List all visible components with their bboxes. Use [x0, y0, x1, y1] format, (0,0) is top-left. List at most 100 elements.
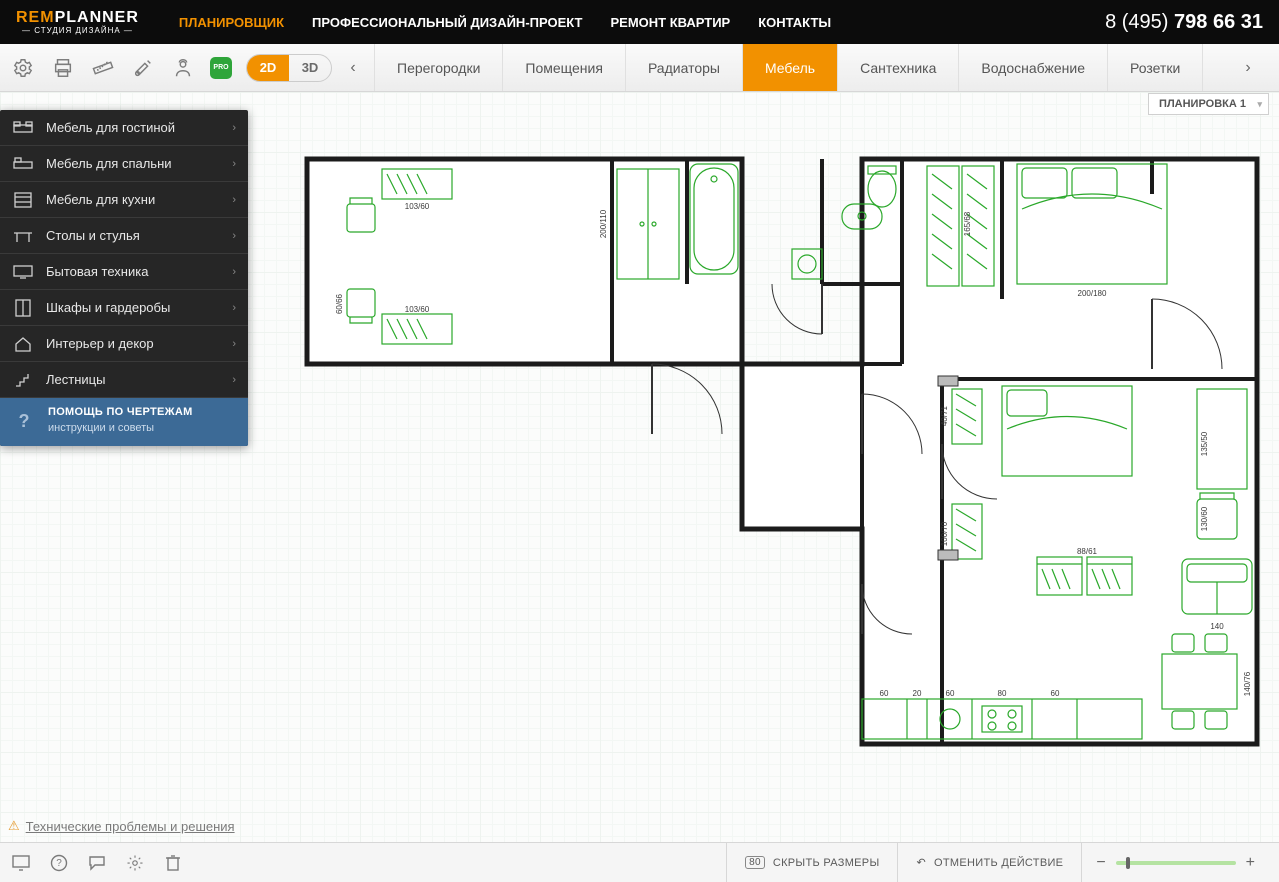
tab-furniture[interactable]: Мебель	[743, 44, 838, 91]
svg-text:140/76: 140/76	[1243, 671, 1252, 696]
sidebar-label: Мебель для кухни	[46, 192, 155, 207]
tab-radiators[interactable]: Радиаторы	[626, 44, 743, 91]
floorplan-drawing: 103/60 103/60 200/110 60/66 200/180 165/…	[302, 154, 1262, 774]
zoom-slider[interactable]	[1116, 861, 1236, 865]
chevron-right-icon: ›	[232, 266, 236, 278]
toolbar-icons: PRO	[10, 55, 232, 81]
chevron-right-icon: ›	[232, 122, 236, 134]
chevron-right-icon: ›	[232, 230, 236, 242]
sidebar-item-kitchen[interactable]: Мебель для кухни ›	[0, 182, 248, 218]
category-tabs: Перегородки Помещения Радиаторы Мебель С…	[374, 44, 1227, 91]
view-3d-button[interactable]: 3D	[289, 55, 331, 81]
nav-renovation[interactable]: РЕМОНТ КВАРТИР	[610, 15, 730, 30]
tab-sockets[interactable]: Розетки	[1108, 44, 1203, 91]
logo-subtitle: — СТУДИЯ ДИЗАЙНА —	[22, 26, 133, 35]
tabs-scroll-right[interactable]: ›	[1233, 59, 1263, 77]
hide-sizes-button[interactable]: 80 СКРЫТЬ РАЗМЕРЫ	[726, 843, 897, 882]
zoom-in-button[interactable]: +	[1246, 854, 1255, 872]
view-toggle: 2D 3D	[246, 54, 332, 82]
sidebar-item-appliances[interactable]: Бытовая техника ›	[0, 254, 248, 290]
sidebar-item-wardrobes[interactable]: Шкафы и гардеробы ›	[0, 290, 248, 326]
svg-text:103/60: 103/60	[405, 305, 430, 314]
tab-partitions[interactable]: Перегородки	[374, 44, 503, 91]
tools-icon[interactable]	[130, 55, 156, 81]
svg-text:200/110: 200/110	[599, 209, 608, 238]
pro-badge[interactable]: PRO	[210, 57, 232, 79]
ruler-icon[interactable]	[90, 55, 116, 81]
zoom-out-button[interactable]: −	[1096, 854, 1105, 872]
sidebar-item-decor[interactable]: Интерьер и декор ›	[0, 326, 248, 362]
nav-designproject[interactable]: ПРОФЕССИОНАЛЬНЫЙ ДИЗАЙН-ПРОЕКТ	[312, 15, 582, 30]
sidebar-label: Мебель для спальни	[46, 156, 172, 171]
help-subtitle: инструкции и советы	[48, 422, 154, 434]
tab-rooms[interactable]: Помещения	[503, 44, 626, 91]
tab-plumbing[interactable]: Сантехника	[838, 44, 959, 91]
svg-text:20: 20	[913, 689, 922, 698]
undo-button[interactable]: ↶ ОТМЕНИТЬ ДЕЙСТВИЕ	[897, 843, 1081, 882]
logo-text: REMPLANNER	[16, 9, 139, 27]
logo[interactable]: REMPLANNER — СТУДИЯ ДИЗАЙНА —	[16, 9, 139, 35]
chat-icon[interactable]	[86, 852, 108, 874]
ruler-small-icon: 80	[745, 856, 765, 869]
sidebar-label: Бытовая техника	[46, 264, 148, 279]
svg-text:80: 80	[998, 689, 1007, 698]
svg-text:135/50: 135/50	[1200, 431, 1209, 456]
toolbar: PRO 2D 3D ‹ Перегородки Помещения Радиат…	[0, 44, 1279, 92]
phone-number[interactable]: 8 (495) 798 66 31	[1105, 11, 1263, 34]
svg-text:60: 60	[946, 689, 955, 698]
trash-icon[interactable]	[162, 852, 184, 874]
tab-water[interactable]: Водоснабжение	[959, 44, 1108, 91]
house-icon	[12, 333, 34, 355]
svg-text:60: 60	[1051, 689, 1060, 698]
stairs-icon	[12, 369, 34, 391]
furniture-sidebar: Мебель для гостиной› Мебель для спальни›…	[0, 110, 248, 446]
tech-issues-link[interactable]: ⚠ Технические проблемы и решения	[8, 818, 235, 834]
svg-text:88/61: 88/61	[1077, 547, 1098, 556]
svg-text:60: 60	[880, 689, 889, 698]
tabs-scroll-left[interactable]: ‹	[338, 59, 368, 77]
sidebar-label: Мебель для гостиной	[46, 120, 175, 135]
plan-selector[interactable]: ПЛАНИРОВКА 1	[1148, 93, 1269, 115]
kitchen-icon	[12, 189, 34, 211]
svg-text:?: ?	[56, 858, 62, 869]
sidebar-item-bedroom[interactable]: Мебель для спальни›	[0, 146, 248, 182]
worker-icon[interactable]	[170, 55, 196, 81]
nav-planner[interactable]: ПЛАНИРОВЩИК	[179, 15, 284, 30]
warning-icon: ⚠	[8, 818, 20, 834]
sidebar-label: Столы и стулья	[46, 228, 140, 243]
help-icon[interactable]: ?	[48, 852, 70, 874]
question-icon: ?	[12, 411, 36, 432]
nav-contacts[interactable]: КОНТАКТЫ	[758, 15, 831, 30]
settings-icon[interactable]	[124, 852, 146, 874]
bottombar-icons: ?	[10, 852, 184, 874]
print-icon[interactable]	[50, 55, 76, 81]
svg-text:60/66: 60/66	[335, 293, 344, 314]
sidebar-item-stairs[interactable]: Лестницы›	[0, 362, 248, 398]
sofa-icon	[12, 117, 34, 139]
screen-icon[interactable]	[10, 852, 32, 874]
help-title: ПОМОЩЬ ПО ЧЕРТЕЖАМ	[48, 406, 193, 418]
sidebar-item-tables[interactable]: Столы и стулья ›	[0, 218, 248, 254]
zoom-control: − +	[1081, 843, 1269, 882]
tv-icon	[12, 261, 34, 283]
svg-text:130/60: 130/60	[1200, 506, 1209, 531]
chevron-right-icon: ›	[232, 302, 236, 314]
svg-text:103/60: 103/60	[405, 202, 430, 211]
settings-gear-icon[interactable]	[10, 55, 36, 81]
main-nav: ПЛАНИРОВЩИК ПРОФЕССИОНАЛЬНЫЙ ДИЗАЙН-ПРОЕ…	[179, 15, 831, 30]
bottom-bar: ? 80 СКРЫТЬ РАЗМЕРЫ ↶ ОТМЕНИТЬ ДЕЙСТВИЕ …	[0, 842, 1279, 882]
sidebar-item-living[interactable]: Мебель для гостиной ›	[0, 110, 248, 146]
svg-text:200/180: 200/180	[1078, 289, 1107, 298]
table-icon	[12, 225, 34, 247]
view-2d-button[interactable]: 2D	[247, 55, 289, 81]
sidebar-label: Интерьер и декор	[46, 336, 154, 351]
svg-text:165/68: 165/68	[963, 211, 972, 236]
svg-text:140: 140	[1210, 622, 1224, 631]
app-header: REMPLANNER — СТУДИЯ ДИЗАЙНА — ПЛАНИРОВЩИ…	[0, 0, 1279, 44]
sidebar-label: Шкафы и гардеробы	[46, 300, 170, 315]
chevron-right-icon: ›	[232, 338, 236, 350]
svg-text:100/70: 100/70	[940, 521, 949, 546]
chevron-right-icon: ›	[232, 194, 236, 206]
undo-icon: ↶	[916, 856, 926, 869]
sidebar-help[interactable]: ? ПОМОЩЬ ПО ЧЕРТЕЖАМ инструкции и советы	[0, 398, 248, 446]
